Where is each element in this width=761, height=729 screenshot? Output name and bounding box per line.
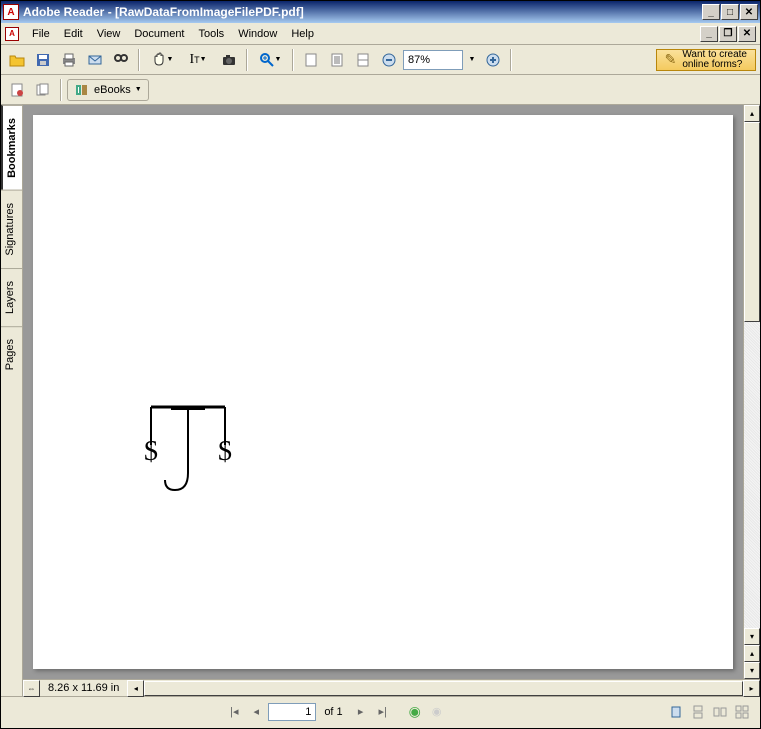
main-toolbar: ▼ IT▼ ▼ ▼ ✎ Want to createonline forms?: [1, 45, 760, 75]
document-scroll[interactable]: $ $ ▴ ▾ ▴ ▾: [23, 105, 760, 679]
tab-pages[interactable]: Pages: [1, 326, 22, 382]
page-dimensions: 8.26 x 11.69 in: [48, 682, 119, 694]
menu-help[interactable]: Help: [284, 26, 321, 42]
hand-tool-button[interactable]: ▼: [145, 48, 179, 72]
select-text-tool-button[interactable]: IT▼: [181, 48, 215, 72]
svg-text:$: $: [144, 436, 158, 467]
back-button[interactable]: ◉: [405, 702, 425, 722]
page-graphic-logo: $ $: [133, 395, 243, 505]
zoom-in-plus-button[interactable]: [481, 48, 505, 72]
facing-view-button[interactable]: [710, 702, 730, 722]
search-button[interactable]: [109, 48, 133, 72]
hscroll-thumb[interactable]: [144, 681, 743, 696]
hscroll-right-button[interactable]: ▸: [743, 680, 760, 697]
window-title: Adobe Reader - [RawDataFromImageFilePDF.…: [23, 5, 702, 19]
next-page-button[interactable]: ▸: [351, 702, 371, 722]
menu-view[interactable]: View: [90, 26, 128, 42]
zoom-level-input[interactable]: [403, 50, 463, 70]
pen-icon: ✎: [665, 51, 677, 68]
side-tabs: Bookmarks Signatures Layers Pages: [1, 105, 23, 696]
view-mode-group: [666, 702, 752, 722]
tool-button-1[interactable]: [5, 78, 29, 102]
menu-edit[interactable]: Edit: [57, 26, 90, 42]
vertical-scrollbar[interactable]: ▴ ▾ ▴ ▾: [743, 105, 760, 679]
menubar: A File Edit View Document Tools Window H…: [1, 23, 760, 45]
window-titlebar: A Adobe Reader - [RawDataFromImageFilePD…: [1, 1, 760, 23]
actual-size-button[interactable]: [299, 48, 323, 72]
scroll-thumb[interactable]: [744, 122, 760, 322]
secondary-toolbar: eBooks ▼: [1, 75, 760, 105]
content-area: Bookmarks Signatures Layers Pages $ $: [1, 105, 760, 696]
page-nav-group: |◂ ◂ of 1 ▸ ▸| ◉ ◉: [224, 702, 446, 722]
zoom-in-button[interactable]: ▼: [253, 48, 287, 72]
tool-button-2[interactable]: [31, 78, 55, 102]
zoom-dropdown-button[interactable]: ▼: [465, 48, 479, 72]
page-number-input[interactable]: [268, 703, 316, 721]
scroll-up-button[interactable]: ▴: [744, 105, 760, 122]
tab-layers[interactable]: Layers: [1, 268, 22, 326]
document-area: $ $ ▴ ▾ ▴ ▾ ⇔ 8.26 x 11.69 in ◂ ▸: [23, 105, 760, 696]
menu-window[interactable]: Window: [231, 26, 284, 42]
mdi-close-button[interactable]: ✕: [738, 26, 756, 42]
fit-page-button[interactable]: [325, 48, 349, 72]
maximize-button[interactable]: □: [721, 4, 739, 20]
mdi-restore-button[interactable]: ❐: [719, 26, 737, 42]
hscroll-left-button[interactable]: ◂: [127, 680, 144, 697]
snapshot-tool-button[interactable]: [217, 48, 241, 72]
close-button[interactable]: ✕: [740, 4, 758, 20]
hscroll-track[interactable]: [144, 681, 743, 696]
svg-text:$: $: [218, 436, 232, 467]
pdf-page: $ $: [33, 115, 733, 669]
single-page-view-button[interactable]: [666, 702, 686, 722]
statusbar: |◂ ◂ of 1 ▸ ▸| ◉ ◉: [1, 696, 760, 726]
zoom-out-button[interactable]: [377, 48, 401, 72]
promo-forms-button[interactable]: ✎ Want to createonline forms?: [656, 49, 756, 71]
save-button[interactable]: [31, 48, 55, 72]
prev-page-button[interactable]: ◂: [246, 702, 266, 722]
ebooks-icon: [74, 82, 90, 98]
menu-file[interactable]: File: [25, 26, 57, 42]
email-button[interactable]: [83, 48, 107, 72]
page-total-label: of 1: [324, 706, 342, 718]
continuous-facing-view-button[interactable]: [732, 702, 752, 722]
fit-width-button[interactable]: [351, 48, 375, 72]
continuous-view-button[interactable]: [688, 702, 708, 722]
scroll-page-down-button[interactable]: ▾: [744, 662, 760, 679]
minimize-button[interactable]: _: [702, 4, 720, 20]
first-page-button[interactable]: |◂: [224, 702, 244, 722]
document-icon[interactable]: A: [5, 27, 19, 41]
forward-button[interactable]: ◉: [427, 702, 447, 722]
ebooks-button[interactable]: eBooks ▼: [67, 79, 149, 101]
tab-signatures[interactable]: Signatures: [1, 190, 22, 268]
horizontal-scrollbar-area: ⇔ 8.26 x 11.69 in ◂ ▸: [23, 679, 760, 696]
last-page-button[interactable]: ▸|: [373, 702, 393, 722]
mdi-minimize-button[interactable]: _: [700, 26, 718, 42]
menu-document[interactable]: Document: [127, 26, 191, 42]
open-button[interactable]: [5, 48, 29, 72]
print-button[interactable]: [57, 48, 81, 72]
scroll-down-button[interactable]: ▾: [744, 628, 760, 645]
menu-tools[interactable]: Tools: [192, 26, 232, 42]
dims-toggle-button[interactable]: ⇔: [23, 680, 40, 697]
tab-bookmarks[interactable]: Bookmarks: [1, 105, 22, 190]
scroll-page-up-button[interactable]: ▴: [744, 645, 760, 662]
app-icon: A: [3, 4, 19, 20]
